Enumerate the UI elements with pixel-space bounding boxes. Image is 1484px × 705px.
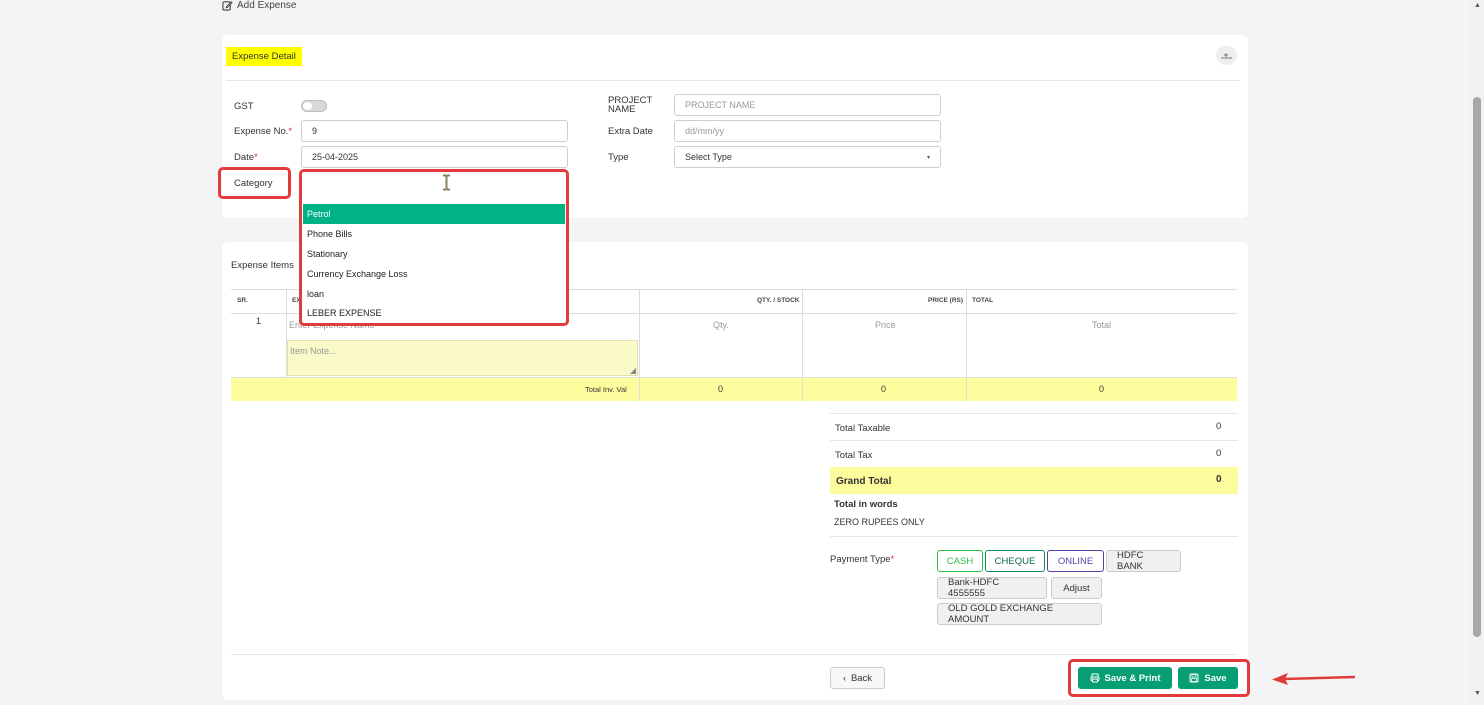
words-value: ZERO RUPEES ONLY	[834, 517, 925, 527]
words-label: Total in words	[834, 499, 898, 510]
payment-adjust-button[interactable]: Adjust	[1051, 577, 1102, 599]
date-label: Date*	[234, 152, 258, 163]
category-dropdown-highlight	[299, 169, 569, 326]
category-label: Category	[234, 178, 273, 189]
gst-label: GST	[234, 101, 254, 112]
card-divider	[226, 80, 1240, 81]
totals-label: Total Inv. Val	[585, 385, 627, 394]
total-input: Total	[1092, 320, 1112, 330]
expense-no-label: Expense No.*	[234, 126, 293, 137]
payment-online-button[interactable]: ONLINE	[1047, 550, 1104, 572]
footer-divider	[231, 654, 1237, 655]
payment-cash-button[interactable]: CASH	[937, 550, 983, 572]
col-price: PRICE (RS)	[928, 297, 964, 304]
expense-no-input[interactable]: 9	[301, 120, 568, 142]
extra-date-label: Extra Date	[608, 126, 653, 137]
chevron-left-icon: ‹	[842, 673, 846, 683]
total-tax-label: Total Tax	[835, 450, 873, 461]
collapse-icon[interactable]	[1216, 46, 1237, 65]
edit-icon	[222, 1, 233, 11]
totals-qty: 0	[718, 384, 724, 394]
scroll-up-icon[interactable]: ▲	[1474, 2, 1481, 9]
payment-hdfc-bank-button[interactable]: HDFC BANK	[1106, 550, 1181, 572]
col-sr: SR.	[237, 297, 248, 304]
totals-total: 0	[1099, 384, 1105, 394]
total-tax-value: 0	[1216, 448, 1222, 459]
project-name-label: PROJECT NAME	[608, 95, 653, 115]
page-title: Add Expense	[222, 0, 297, 11]
grand-total-value: 0	[1216, 474, 1222, 485]
col-qty: QTY. / STOCK	[757, 297, 800, 304]
page-title-text: Add Expense	[237, 0, 297, 11]
expense-detail-title: Expense Detail	[226, 47, 302, 66]
dropdown-caret-icon: ▾	[926, 154, 930, 161]
payment-old-gold-button[interactable]: OLD GOLD EXCHANGE AMOUNT	[937, 603, 1102, 625]
date-input[interactable]: 25-04-2025	[301, 146, 568, 168]
payment-cheque-button[interactable]: CHEQUE	[985, 550, 1045, 572]
item-note-textarea[interactable]: Item Note... ◢	[287, 340, 638, 376]
expense-items-title: Expense Items	[231, 260, 294, 271]
totals-price: 0	[881, 384, 887, 394]
row-sr: 1	[256, 316, 262, 326]
col-total: TOTAL	[972, 297, 994, 304]
page-scrollbar[interactable]: ▲ ▼	[1470, 0, 1484, 705]
scrollbar-thumb[interactable]	[1473, 97, 1481, 637]
save-buttons-highlight	[1068, 659, 1250, 697]
qty-input[interactable]: Qty.	[713, 320, 729, 330]
gst-toggle[interactable]	[301, 100, 327, 112]
annotation-arrow-icon	[1272, 673, 1356, 685]
back-button[interactable]: ‹ Back	[830, 667, 885, 689]
totals-row: Total Inv. Val 0 0 0	[231, 377, 1237, 401]
total-taxable-value: 0	[1216, 421, 1222, 432]
payment-type-label: Payment Type*	[830, 554, 895, 565]
total-taxable-label: Total Taxable	[835, 423, 891, 434]
project-name-input[interactable]: PROJECT NAME	[674, 94, 941, 116]
scroll-down-icon[interactable]: ▼	[1474, 690, 1481, 697]
type-select[interactable]: Select Type ▾	[674, 146, 941, 168]
price-input[interactable]: Price	[875, 320, 896, 330]
resize-handle-icon[interactable]: ◢	[630, 366, 636, 375]
payment-bank-hdfc-button[interactable]: Bank-HDFC 4555555	[937, 577, 1047, 599]
extra-date-input[interactable]: dd/mm/yy	[674, 120, 941, 142]
grand-total-label: Grand Total	[836, 476, 892, 487]
type-label: Type	[608, 152, 629, 163]
